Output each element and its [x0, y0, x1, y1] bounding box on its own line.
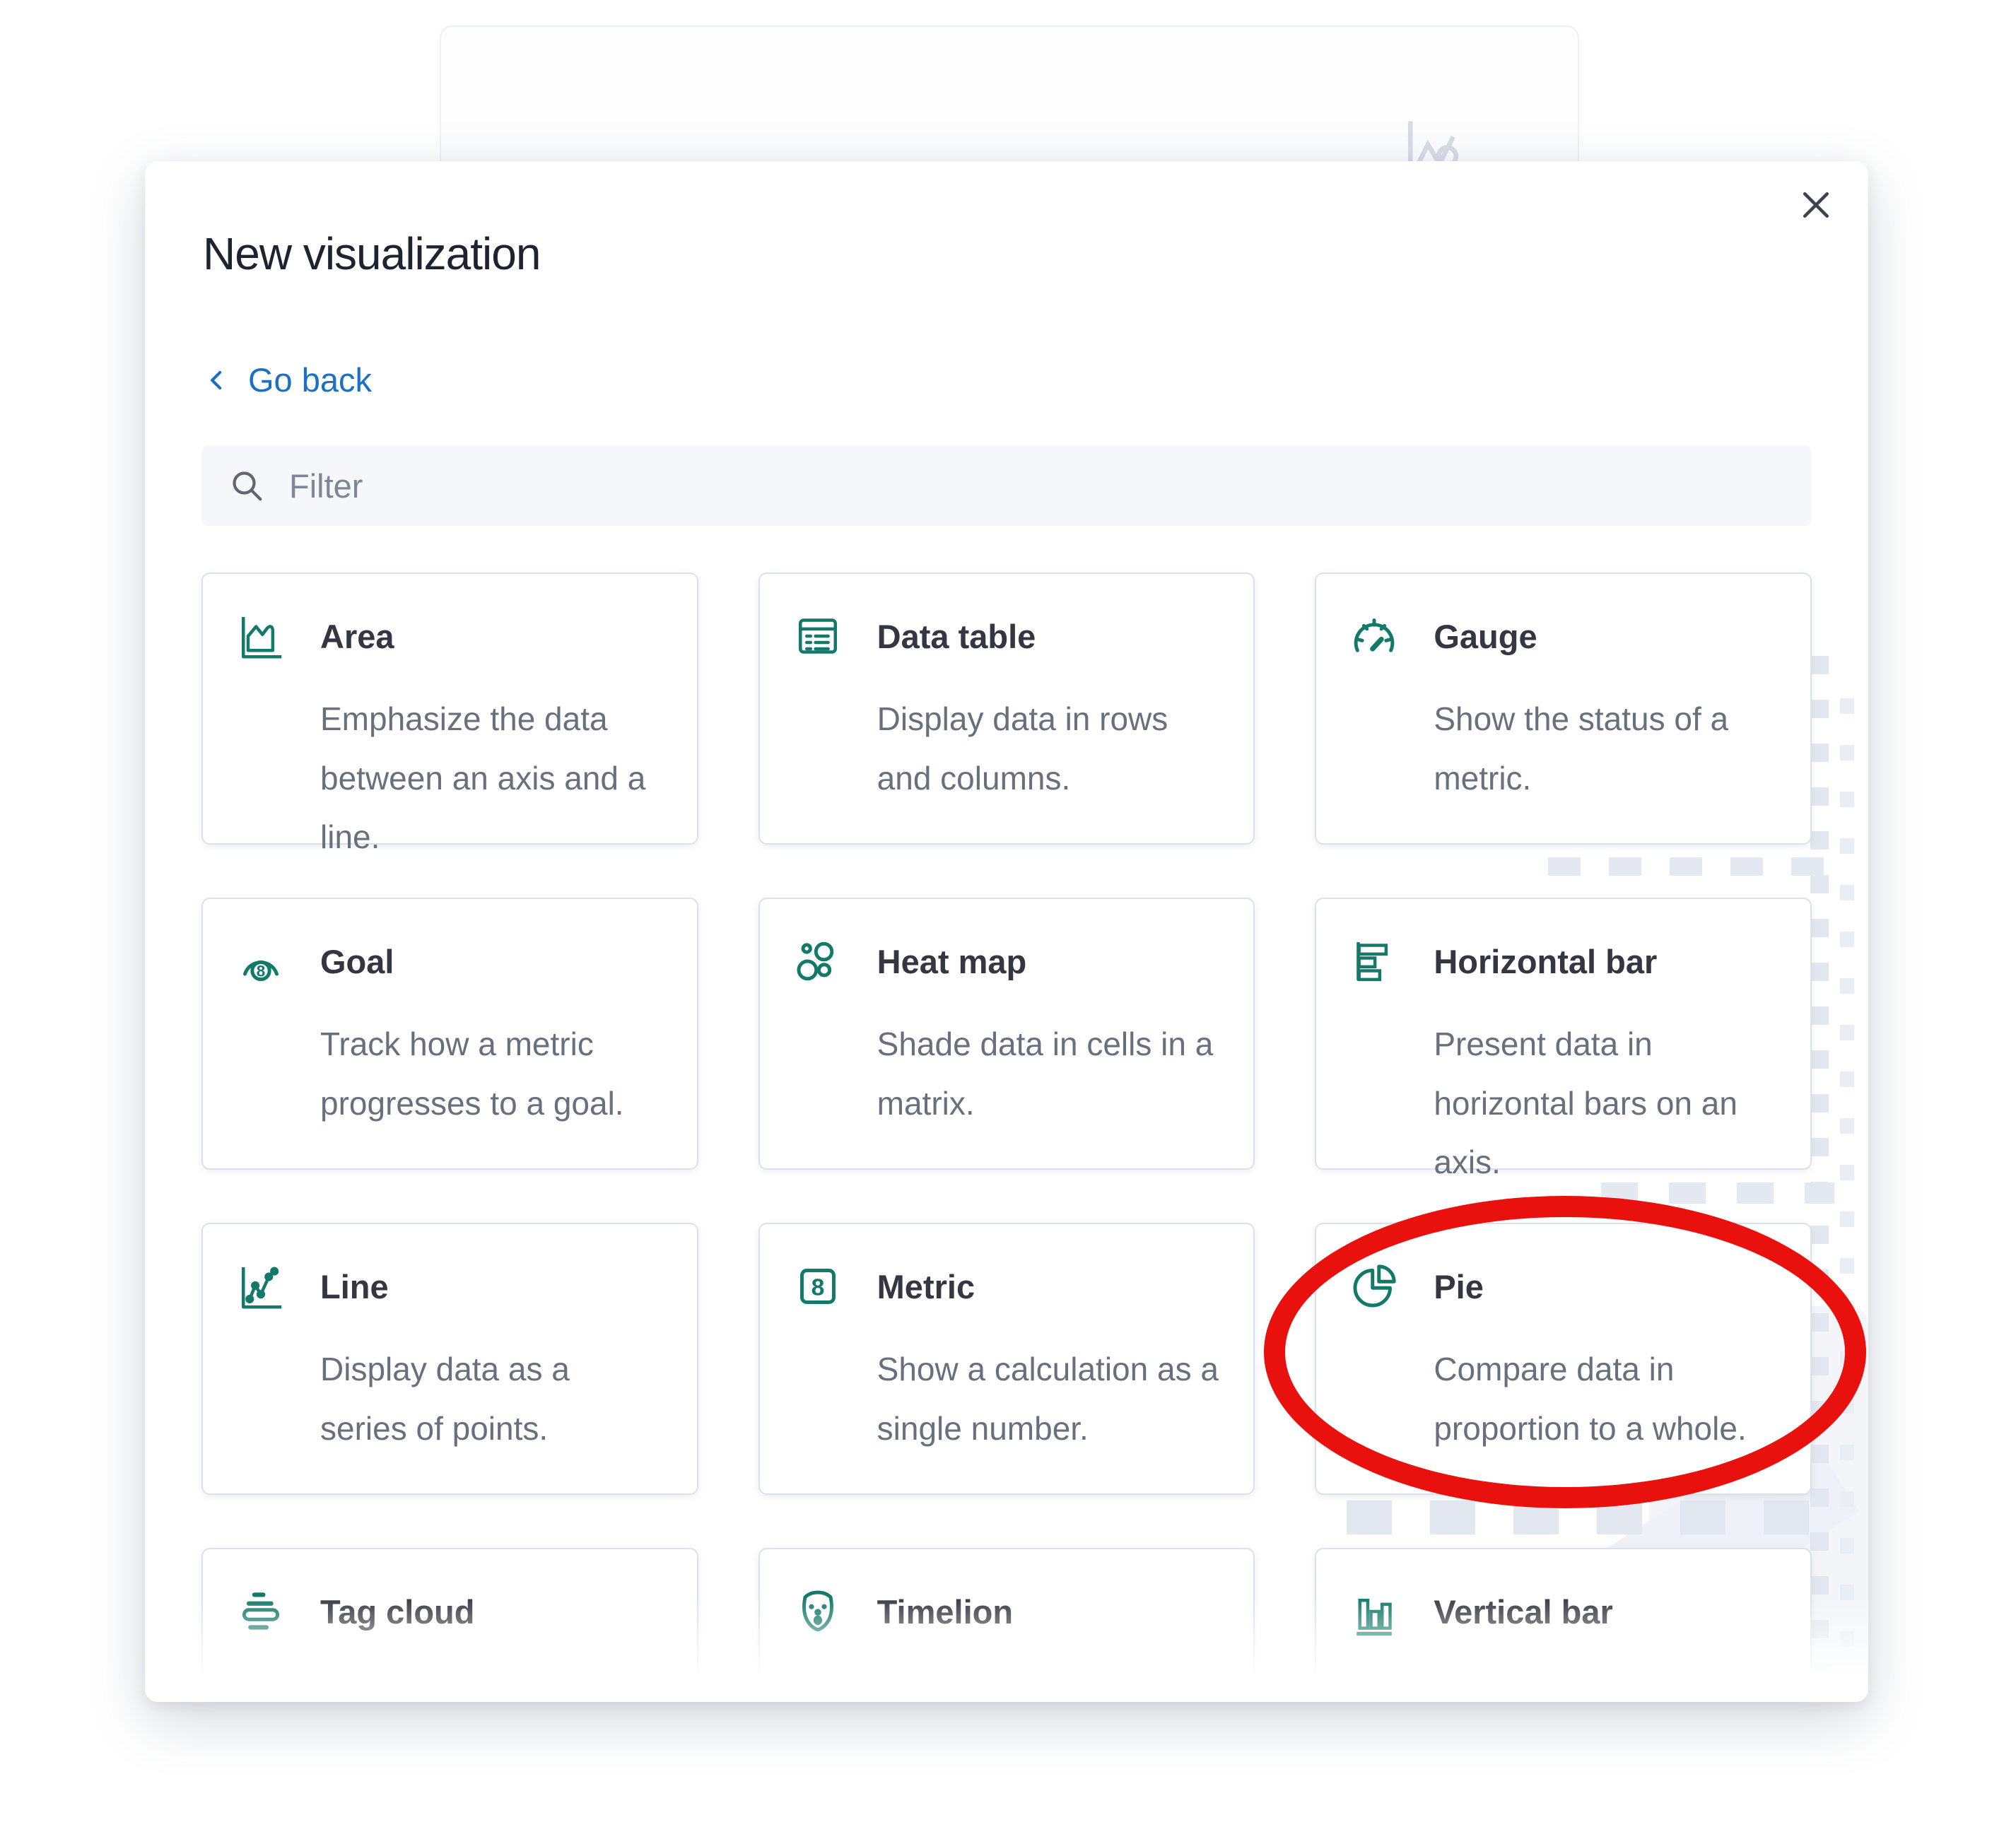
- heat-map-icon: [792, 936, 843, 987]
- svg-text:8: 8: [257, 963, 266, 980]
- vis-type-card-tag-cloud[interactable]: Tag cloud Display word frequency with fo…: [201, 1548, 698, 1702]
- chevron-left-icon: [204, 367, 231, 394]
- new-visualization-modal: New visualization Go back: [145, 161, 1868, 1702]
- card-title: Timelion: [877, 1592, 1013, 1631]
- card-description: Present data in vertical bars on an axis…: [1434, 1665, 1778, 1702]
- timelion-icon: [792, 1586, 843, 1637]
- gauge-icon: [1349, 611, 1400, 662]
- card-description: Display data in rows and columns.: [877, 690, 1221, 808]
- pie-chart-icon: [1349, 1261, 1400, 1312]
- filter-field: [201, 445, 1812, 526]
- go-back-label: Go back: [248, 360, 372, 399]
- card-description: Show the status of a metric.: [1434, 690, 1778, 808]
- line-chart-icon: [235, 1261, 286, 1312]
- vis-type-card-timelion[interactable]: Timelion Show time series data on a grap…: [758, 1548, 1255, 1702]
- vis-type-card-area[interactable]: Area Emphasize the data between an axis …: [201, 572, 698, 845]
- vis-type-card-vertical-bar[interactable]: Vertical bar Present data in vertical ba…: [1315, 1548, 1812, 1702]
- card-description: Track how a metric progresses to a goal.: [320, 1015, 664, 1133]
- vis-type-card-pie[interactable]: Pie Compare data in proportion to a whol…: [1315, 1223, 1812, 1495]
- card-title: Horizontal bar: [1434, 942, 1657, 981]
- vertical-bar-icon: [1349, 1586, 1400, 1637]
- card-description: Present data in horizontal bars on an ax…: [1434, 1015, 1778, 1192]
- card-title: Line: [320, 1267, 389, 1306]
- vis-type-card-gauge[interactable]: Gauge Show the status of a metric.: [1315, 572, 1812, 845]
- card-title: Vertical bar: [1434, 1592, 1612, 1631]
- card-description: Shade data in cells in a matrix.: [877, 1015, 1221, 1133]
- vis-type-card-data-table[interactable]: Data table Display data in rows and colu…: [758, 572, 1255, 845]
- vis-type-card-metric[interactable]: 8 Metric Show a calculation as a single …: [758, 1223, 1255, 1495]
- card-description: Display word frequency with font size.: [320, 1665, 664, 1702]
- goal-icon: 8: [235, 936, 286, 987]
- card-description: Display data as a series of points.: [320, 1340, 664, 1458]
- filter-input[interactable]: [288, 466, 1786, 506]
- search-icon: [227, 466, 266, 505]
- page-title: New visualization: [203, 228, 540, 280]
- watermark-dashed-bar: [1840, 698, 1854, 1674]
- data-table-icon: [792, 611, 843, 662]
- card-title: Gauge: [1434, 617, 1537, 656]
- vis-type-card-goal[interactable]: 8 Goal Track how a metric progresses to …: [201, 898, 698, 1170]
- vis-type-card-line[interactable]: Line Display data as a series of points.: [201, 1223, 698, 1495]
- card-description: Show time series data on a graph.: [877, 1665, 1221, 1702]
- card-description: Compare data in proportion to a whole.: [1434, 1340, 1778, 1458]
- card-title: Goal: [320, 942, 394, 981]
- card-title: Area: [320, 617, 394, 656]
- go-back-link[interactable]: Go back: [204, 360, 372, 399]
- metric-icon: 8: [792, 1261, 843, 1312]
- card-title: Heat map: [877, 942, 1027, 981]
- area-chart-icon: [235, 611, 286, 662]
- vis-type-card-horizontal-bar[interactable]: Horizontal bar Present data in horizonta…: [1315, 898, 1812, 1170]
- tag-cloud-icon: [235, 1586, 286, 1637]
- card-description: Show a calculation as a single number.: [877, 1340, 1221, 1458]
- card-title: Tag cloud: [320, 1592, 474, 1631]
- close-icon: [1791, 180, 1841, 230]
- card-title: Pie: [1434, 1267, 1484, 1306]
- visualization-grid: Area Emphasize the data between an axis …: [201, 572, 1812, 1702]
- watermark-dashed-bar: [1810, 656, 1829, 1674]
- card-title: Data table: [877, 617, 1036, 656]
- vis-type-card-heat-map[interactable]: Heat map Shade data in cells in a matrix…: [758, 898, 1255, 1170]
- card-title: Metric: [877, 1267, 975, 1306]
- horizontal-bar-icon: [1349, 936, 1400, 987]
- card-description: Emphasize the data between an axis and a…: [320, 690, 664, 867]
- close-button[interactable]: [1791, 180, 1841, 230]
- svg-text:8: 8: [811, 1274, 824, 1300]
- visualize-page: New visualization Go back: [0, 0, 2016, 1832]
